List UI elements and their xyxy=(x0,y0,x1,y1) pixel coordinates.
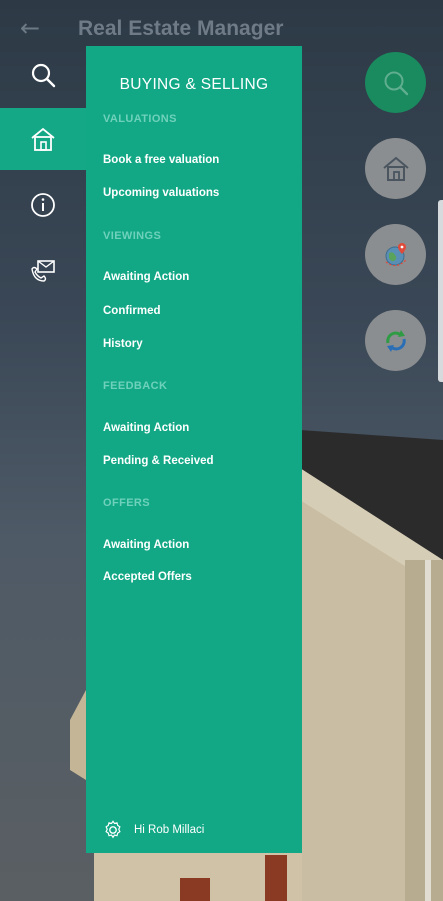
drawer-title: BUYING & SELLING xyxy=(119,76,269,93)
section-header-valuations: VALUATIONS xyxy=(103,113,177,125)
menu-item-upcoming-valuations[interactable]: Upcoming valuations xyxy=(103,187,219,199)
settings-icon xyxy=(105,820,121,839)
contact-icon xyxy=(31,260,55,282)
home-icon xyxy=(382,156,409,181)
fab-globe-location-button[interactable] xyxy=(365,224,426,285)
section-header-feedback: FEEDBACK xyxy=(103,380,168,392)
search-icon xyxy=(384,71,408,95)
rail-search-button[interactable] xyxy=(0,44,86,106)
back-arrow-icon[interactable]: ← xyxy=(16,14,44,42)
fab-home-button[interactable] xyxy=(365,138,426,199)
section-header-offers: OFFERS xyxy=(103,497,151,509)
menu-item-feedback-awaiting-action[interactable]: Awaiting Action xyxy=(103,422,189,434)
menu-item-viewings-confirmed[interactable]: Confirmed xyxy=(103,305,161,317)
rail-home-button[interactable] xyxy=(0,108,86,170)
scroll-edge-indicator xyxy=(438,200,443,382)
app-title: Real Estate Manager xyxy=(78,17,284,40)
globe-location-icon xyxy=(385,242,406,266)
fab-sync-button[interactable] xyxy=(365,310,426,371)
menu-item-offers-awaiting-action[interactable]: Awaiting Action xyxy=(103,539,189,551)
buying-selling-drawer: BUYING & SELLING VALUATIONS Book a free … xyxy=(86,46,302,853)
rail-contact-button[interactable] xyxy=(0,238,86,300)
menu-item-book-valuation[interactable]: Book a free valuation xyxy=(103,154,219,166)
info-icon xyxy=(31,193,55,217)
search-icon xyxy=(31,63,56,88)
fab-search-button[interactable] xyxy=(365,52,426,113)
drawer-footer-settings[interactable]: Hi Rob Millaci xyxy=(102,818,204,842)
menu-item-viewings-awaiting-action[interactable]: Awaiting Action xyxy=(103,271,189,283)
home-icon xyxy=(31,127,55,151)
sync-icon xyxy=(385,329,406,352)
menu-item-accepted-offers[interactable]: Accepted Offers xyxy=(103,571,192,583)
rail-info-button[interactable] xyxy=(0,174,86,236)
menu-item-feedback-pending-received[interactable]: Pending & Received xyxy=(103,455,214,467)
menu-item-viewings-history[interactable]: History xyxy=(103,338,143,350)
nav-rail xyxy=(0,44,86,304)
user-greeting: Hi Rob Millaci xyxy=(134,824,205,836)
section-header-viewings: VIEWINGS xyxy=(103,230,162,242)
